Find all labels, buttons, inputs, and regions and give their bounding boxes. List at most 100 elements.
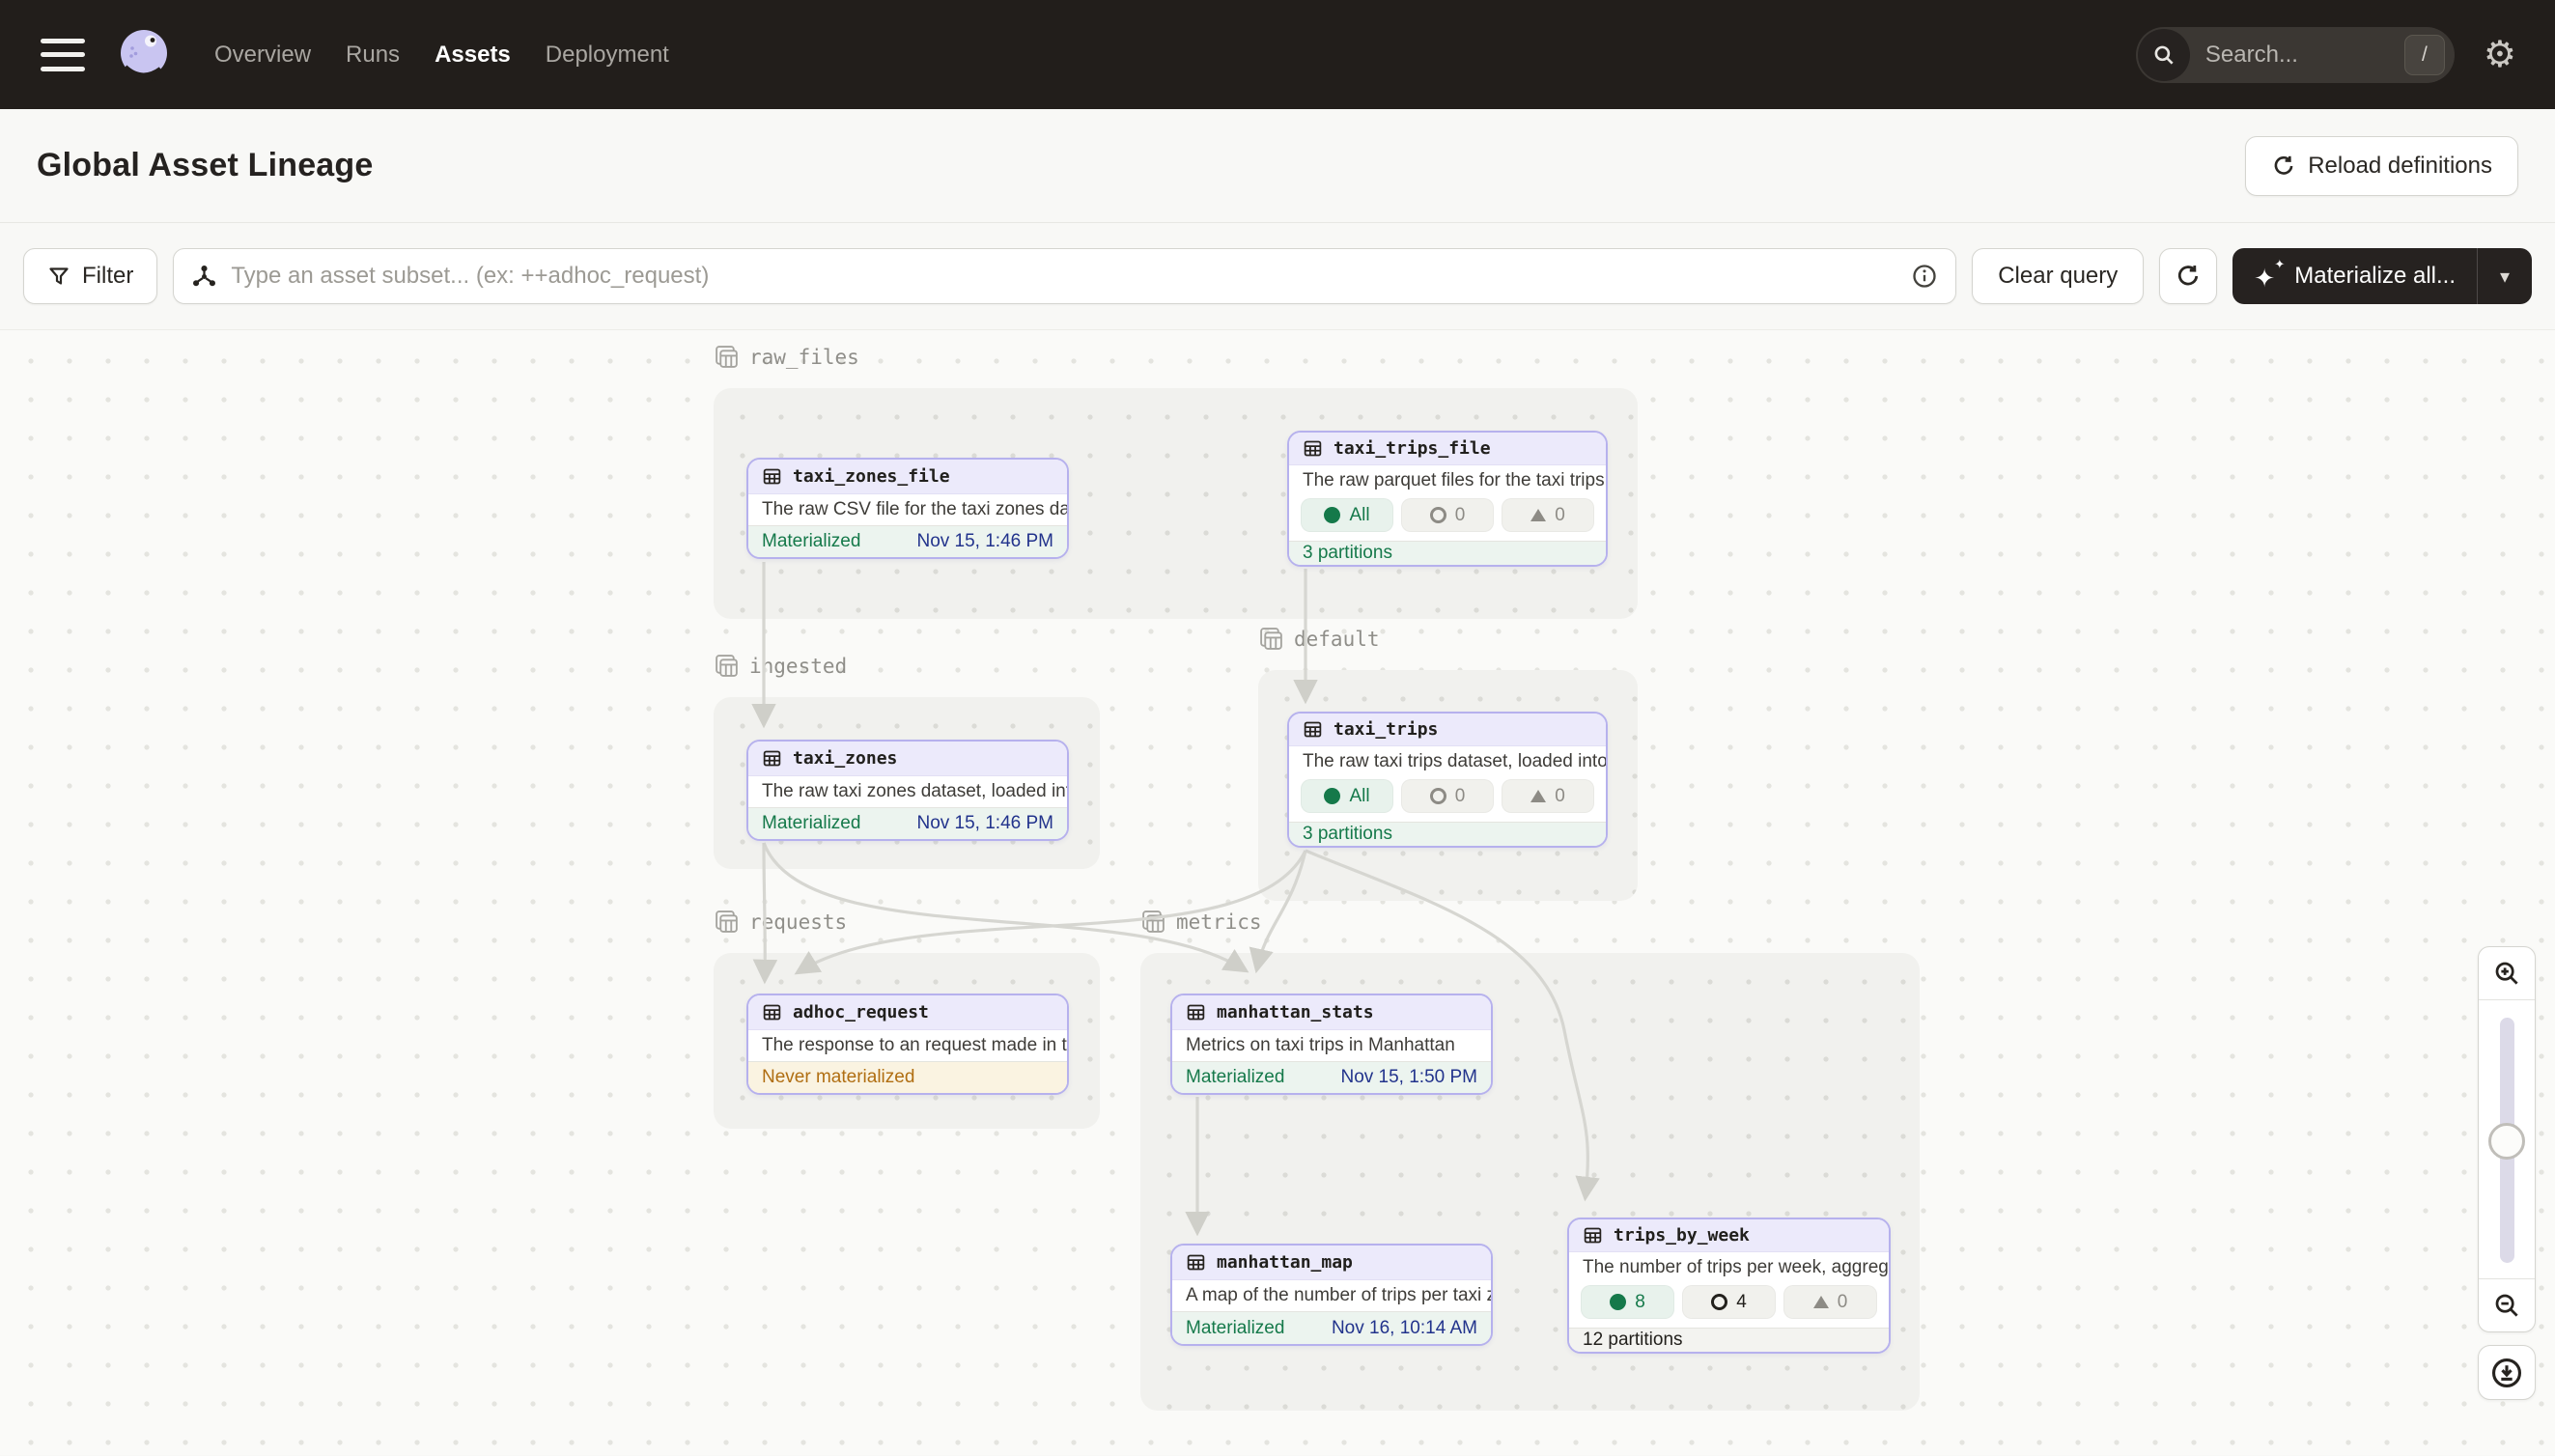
- asset-name: manhattan_map: [1217, 1252, 1353, 1273]
- materialize-dropdown-caret[interactable]: ▾: [2478, 248, 2532, 304]
- filter-button[interactable]: Filter: [23, 248, 157, 304]
- partitions-materialized-badge[interactable]: All: [1301, 498, 1393, 532]
- zoom-slider[interactable]: [2479, 999, 2535, 1279]
- asset-subset-input[interactable]: [231, 263, 1897, 290]
- nav-item-overview[interactable]: Overview: [214, 42, 311, 69]
- partitions-failed-badge[interactable]: 0: [1401, 498, 1494, 532]
- refresh-graph-button[interactable]: [2159, 248, 2217, 304]
- nav-item-runs[interactable]: Runs: [346, 42, 400, 69]
- download-image-button[interactable]: [2478, 1345, 2536, 1400]
- materialized-status: Materialized: [762, 813, 860, 834]
- asset-node-manhattan-stats[interactable]: manhattan_stats Metrics on taxi trips in…: [1170, 994, 1493, 1095]
- zoom-slider-thumb[interactable]: [2488, 1123, 2525, 1160]
- asset-name: taxi_zones: [793, 748, 897, 769]
- asset-node-header: taxi_trips_file: [1289, 433, 1606, 465]
- page-header: Global Asset Lineage Reload definitions: [0, 109, 2555, 223]
- refresh-icon: [2175, 263, 2202, 290]
- group-label-default[interactable]: default: [1258, 626, 1380, 652]
- asset-node-manhattan-map[interactable]: manhattan_map A map of the number of tri…: [1170, 1244, 1493, 1346]
- lineage-canvas[interactable]: raw_files ingested default re: [0, 330, 2555, 1455]
- asset-name: manhattan_stats: [1217, 1002, 1374, 1022]
- group-label-raw-files[interactable]: raw_files: [714, 344, 859, 370]
- partitions-failed-badge[interactable]: 4: [1682, 1285, 1776, 1319]
- table-icon: [1303, 438, 1323, 459]
- asset-footer: 3 partitions: [1289, 541, 1606, 565]
- table-icon: [762, 748, 782, 769]
- clear-query-button[interactable]: Clear query: [1972, 248, 2144, 304]
- zoom-out-button[interactable]: [2479, 1279, 2535, 1331]
- dot-icon: [1324, 507, 1340, 523]
- asset-description: The response to an request made in th...: [748, 1030, 1067, 1061]
- hamburger-menu-icon[interactable]: [41, 39, 85, 71]
- materialize-all-split-button: ✦✦ Materialize all... ▾: [2232, 248, 2532, 304]
- nav-item-deployment[interactable]: Deployment: [546, 42, 669, 69]
- asset-query-field: [173, 248, 1956, 304]
- asset-description: The raw taxi trips dataset, loaded into …: [1289, 746, 1606, 777]
- group-label-metrics[interactable]: metrics: [1140, 909, 1262, 935]
- partitions-missing-badge[interactable]: 0: [1502, 779, 1594, 813]
- asset-name: taxi_zones_file: [793, 466, 950, 487]
- zoom-in-button[interactable]: [2479, 947, 2535, 999]
- refresh-icon: [2271, 154, 2296, 179]
- asset-description: The number of trips per week, aggreg...: [1569, 1252, 1889, 1283]
- table-icon: [762, 466, 782, 487]
- dagster-app: Overview Runs Assets Deployment Search..…: [0, 0, 2555, 1456]
- asset-footer: Materialized Nov 15, 1:46 PM: [748, 525, 1067, 557]
- group-label-ingested[interactable]: ingested: [714, 653, 847, 679]
- reload-definitions-button[interactable]: Reload definitions: [2245, 136, 2518, 196]
- partitions-materialized-badge[interactable]: All: [1301, 779, 1393, 813]
- asset-node-adhoc-request[interactable]: adhoc_request The response to an request…: [746, 994, 1069, 1095]
- partitions-count: 12 partitions: [1583, 1330, 1683, 1351]
- partitions-materialized-badge[interactable]: 8: [1581, 1285, 1674, 1319]
- filter-label: Filter: [82, 263, 133, 290]
- asset-node-trips-by-week[interactable]: trips_by_week The number of trips per we…: [1567, 1218, 1891, 1354]
- materialized-timestamp[interactable]: Nov 15, 1:50 PM: [1340, 1067, 1477, 1088]
- table-icon: [1583, 1225, 1603, 1246]
- asset-node-header: taxi_trips: [1289, 714, 1606, 746]
- asset-graph-icon: [191, 264, 217, 290]
- lineage-toolbar: Filter Clear query: [0, 223, 2555, 330]
- asset-node-header: trips_by_week: [1569, 1219, 1889, 1252]
- group-label-text: requests: [749, 910, 847, 934]
- download-icon: [2490, 1357, 2523, 1389]
- group-label-text: metrics: [1176, 910, 1262, 934]
- asset-footer: Materialized Nov 16, 10:14 AM: [1172, 1311, 1491, 1344]
- funnel-icon: [47, 265, 70, 288]
- partition-badges: 8 4 0: [1569, 1283, 1889, 1328]
- materialized-timestamp[interactable]: Nov 15, 1:46 PM: [916, 813, 1053, 834]
- partitions-missing-badge[interactable]: 0: [1502, 498, 1594, 532]
- gear-icon[interactable]: ⚙: [2484, 37, 2516, 73]
- materialize-all-button[interactable]: ✦✦ Materialize all...: [2232, 248, 2477, 304]
- zoom-out-icon: [2492, 1291, 2521, 1320]
- asset-node-taxi-trips[interactable]: taxi_trips The raw taxi trips dataset, l…: [1287, 712, 1608, 848]
- ring-icon: [1430, 507, 1446, 523]
- partitions-failed-badge[interactable]: 0: [1401, 779, 1494, 813]
- materialize-all-label: Materialize all...: [2294, 263, 2456, 290]
- search-placeholder: Search...: [2205, 42, 2298, 69]
- partitions-missing-badge[interactable]: 0: [1783, 1285, 1877, 1319]
- group-table-icon: [1140, 909, 1166, 935]
- group-label-requests[interactable]: requests: [714, 909, 847, 935]
- materialized-timestamp[interactable]: Nov 16, 10:14 AM: [1332, 1318, 1477, 1339]
- asset-node-taxi-zones[interactable]: taxi_zones The raw taxi zones dataset, l…: [746, 740, 1069, 841]
- asset-description: Metrics on taxi trips in Manhattan: [1172, 1030, 1491, 1061]
- partition-badges: All 0 0: [1289, 777, 1606, 822]
- never-materialized-status: Never materialized: [762, 1067, 914, 1088]
- materialized-timestamp[interactable]: Nov 15, 1:46 PM: [916, 531, 1053, 552]
- group-table-icon: [1258, 626, 1284, 652]
- asset-node-header: taxi_zones_file: [748, 460, 1067, 494]
- partitions-count: 3 partitions: [1303, 824, 1392, 845]
- asset-description: A map of the number of trips per taxi z.…: [1172, 1280, 1491, 1311]
- dagster-logo[interactable]: [114, 25, 174, 85]
- info-icon[interactable]: [1911, 263, 1938, 290]
- asset-node-taxi-zones-file[interactable]: taxi_zones_file The raw CSV file for the…: [746, 458, 1069, 559]
- table-icon: [1303, 719, 1323, 740]
- asset-footer: 3 partitions: [1289, 822, 1606, 846]
- asset-node-taxi-trips-file[interactable]: taxi_trips_file The raw parquet files fo…: [1287, 431, 1608, 567]
- nav-item-assets[interactable]: Assets: [435, 42, 511, 69]
- asset-name: adhoc_request: [793, 1002, 929, 1022]
- asset-node-header: manhattan_map: [1172, 1246, 1491, 1280]
- group-label-text: ingested: [749, 655, 847, 678]
- search-input[interactable]: Search... /: [2136, 27, 2455, 83]
- group-label-text: default: [1294, 628, 1380, 651]
